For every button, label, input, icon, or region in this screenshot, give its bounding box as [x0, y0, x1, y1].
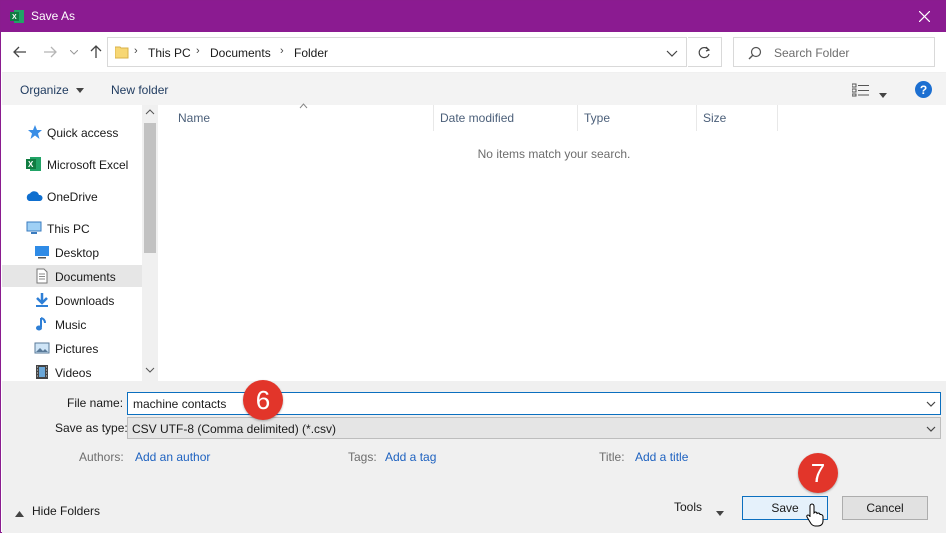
videos-icon	[34, 364, 50, 380]
sidebar-item-documents[interactable]: Documents	[2, 265, 142, 287]
back-arrow-icon[interactable]	[12, 44, 28, 60]
sidebar-item-label: Microsoft Excel	[47, 158, 129, 172]
search-icon	[748, 46, 762, 60]
sidebar-item-microsoft-excel[interactable]: X Microsoft Excel	[2, 153, 142, 175]
column-header-name[interactable]: Name	[172, 105, 434, 131]
music-icon	[34, 316, 50, 332]
close-icon[interactable]	[901, 1, 946, 32]
file-name-value: machine contacts	[133, 397, 227, 411]
up-arrow-icon[interactable]	[88, 44, 104, 60]
hide-folders-label: Hide Folders	[32, 504, 101, 518]
cancel-button[interactable]: Cancel	[842, 496, 928, 520]
chevron-down-icon[interactable]	[926, 423, 936, 437]
mouse-pointer-icon	[806, 503, 824, 527]
tools-menu[interactable]: Tools	[674, 500, 702, 514]
sidebar-item-label: Pictures	[55, 342, 99, 356]
cloud-icon	[25, 188, 43, 204]
file-list: Name Date modified Type Size No items ma…	[159, 103, 946, 381]
caret-down-icon	[76, 88, 85, 94]
breadcrumb-separator-icon: ›	[196, 45, 200, 57]
column-header-date-modified[interactable]: Date modified	[434, 105, 578, 131]
sidebar-item-label: Music	[55, 318, 87, 332]
view-options-icon[interactable]	[851, 83, 870, 97]
sidebar-item-label: Quick access	[47, 126, 119, 140]
sidebar-item-label: Videos	[55, 366, 92, 380]
save-as-type-label: Save as type:	[55, 421, 128, 435]
breadcrumb-documents[interactable]: Documents	[210, 46, 271, 60]
add-title-link[interactable]: Add a title	[635, 450, 688, 464]
authors-label: Authors:	[79, 450, 124, 464]
save-as-type-value: CSV UTF-8 (Comma delimited) (*.csv)	[132, 422, 337, 436]
forward-arrow-icon[interactable]	[42, 44, 58, 60]
scrollbar-thumb[interactable]	[144, 123, 156, 253]
command-bar: Organize New folder ?	[2, 72, 946, 105]
navigation-bar: › This PC › Documents › Folder Search Fo…	[2, 32, 946, 72]
excel-icon: X	[26, 156, 42, 172]
search-placeholder: Search Folder	[774, 46, 850, 60]
sidebar-item-this-pc[interactable]: This PC	[2, 217, 142, 239]
documents-icon	[34, 268, 50, 284]
chevron-down-icon[interactable]	[666, 47, 678, 59]
add-tag-link[interactable]: Add a tag	[385, 450, 436, 464]
save-as-type-select[interactable]: CSV UTF-8 (Comma delimited) (*.csv)	[127, 417, 941, 439]
title-label: Title:	[599, 450, 625, 464]
sidebar-item-music[interactable]: Music	[2, 313, 142, 335]
sidebar-item-label: Documents	[55, 270, 116, 284]
sidebar-item-onedrive[interactable]: OneDrive	[2, 185, 142, 207]
sidebar-item-downloads[interactable]: Downloads	[2, 289, 142, 311]
sidebar-item-label: Desktop	[55, 246, 100, 260]
breadcrumb-this-pc[interactable]: This PC	[148, 46, 191, 60]
caret-up-icon	[15, 506, 24, 520]
new-folder-button[interactable]: New folder	[111, 83, 168, 97]
svg-text:X: X	[12, 14, 17, 21]
excel-icon: X	[10, 9, 25, 24]
sidebar-item-label: Downloads	[55, 294, 115, 308]
breadcrumb-separator-icon: ›	[134, 45, 138, 57]
help-icon[interactable]: ?	[915, 81, 932, 98]
caret-down-icon[interactable]	[716, 505, 724, 519]
step-7-badge: 7	[798, 453, 838, 493]
breadcrumb-separator-icon: ›	[280, 45, 284, 57]
address-bar[interactable]: › This PC › Documents › Folder	[107, 37, 687, 67]
chevron-down-icon[interactable]	[926, 398, 936, 412]
window-title: Save As	[31, 9, 76, 23]
save-as-dialog: X Save As › This PC › Documents › Folder…	[0, 0, 946, 533]
organize-label: Organize	[20, 83, 69, 97]
pictures-icon	[34, 340, 50, 356]
add-author-link[interactable]: Add an author	[135, 450, 210, 464]
refresh-icon	[698, 46, 711, 58]
recent-locations-chevron-icon[interactable]	[66, 44, 82, 60]
computer-icon	[26, 220, 42, 236]
step-6-badge: 6	[243, 380, 283, 420]
scroll-up-icon[interactable]	[145, 107, 155, 117]
breadcrumb-folder[interactable]: Folder	[294, 46, 328, 60]
sidebar-item-videos[interactable]: Videos	[2, 361, 142, 383]
sidebar-item-pictures[interactable]: Pictures	[2, 337, 142, 359]
column-header-type[interactable]: Type	[578, 105, 697, 131]
refresh-button[interactable]	[688, 37, 722, 67]
scroll-down-icon[interactable]	[145, 365, 155, 375]
tags-label: Tags:	[348, 450, 377, 464]
sidebar-scrollbar[interactable]	[142, 105, 158, 381]
sidebar-item-desktop[interactable]: Desktop	[2, 241, 142, 263]
title-bar: X Save As	[1, 1, 946, 32]
sidebar-item-label: OneDrive	[47, 190, 98, 204]
column-header-size[interactable]: Size	[697, 105, 778, 131]
sidebar-item-label: This PC	[47, 222, 90, 236]
folder-icon	[114, 45, 129, 59]
star-icon	[27, 124, 43, 140]
caret-down-icon[interactable]	[879, 87, 887, 101]
sidebar-item-quick-access[interactable]: Quick access	[2, 121, 142, 143]
desktop-icon	[34, 244, 50, 260]
organize-menu[interactable]: Organize	[20, 83, 85, 97]
search-input[interactable]: Search Folder	[733, 37, 935, 67]
empty-list-message: No items match your search.	[477, 147, 631, 161]
download-icon	[34, 292, 50, 308]
navigation-pane: Quick access X Microsoft Excel OneDrive …	[2, 105, 158, 381]
file-name-label: File name:	[67, 396, 124, 410]
svg-text:X: X	[28, 160, 34, 169]
